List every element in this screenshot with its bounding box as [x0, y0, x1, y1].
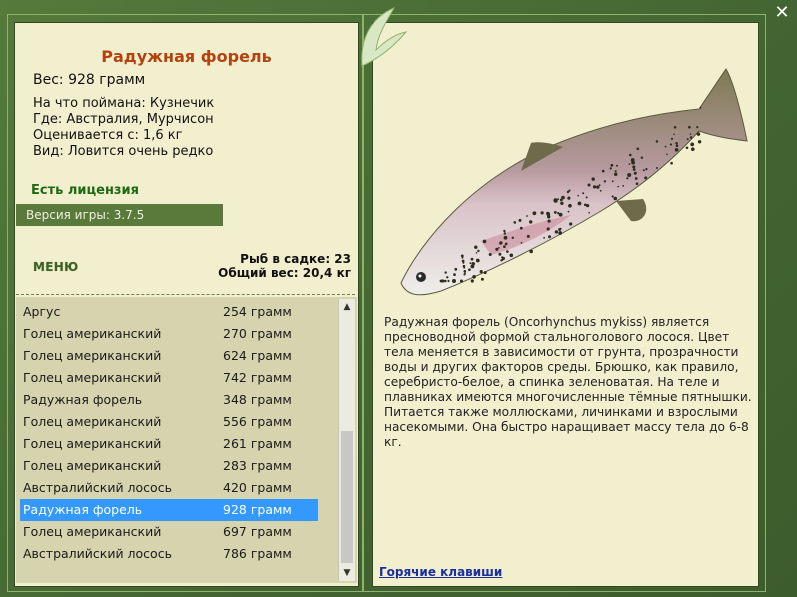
list-item-weight: 254 грамм — [223, 304, 292, 319]
keep-net-count: Рыб в садке: 23 — [240, 252, 351, 266]
menu-button[interactable]: МЕНЮ — [33, 260, 78, 274]
list-item[interactable]: Голец американский 742 грамм — [20, 367, 318, 389]
list-item[interactable]: Австралийский лосось 420 грамм — [20, 477, 318, 499]
list-item[interactable]: Голец американский 624 грамм — [20, 345, 318, 367]
fish-title: Радужная форель — [101, 47, 272, 66]
version-bar: Версия игры: 3.7.5 — [16, 204, 223, 226]
list-item[interactable]: Радужная форель 928 грамм — [20, 499, 318, 521]
fish-value: Оценивается с: 1,6 кг — [33, 128, 183, 143]
list-item-weight: 928 грамм — [223, 502, 292, 517]
list-item-name: Австралийский лосось — [23, 480, 172, 495]
fish-info-panel: Радужная форель Вес: 928 грамм На что по… — [14, 22, 359, 587]
fish-bait: На что поймана: Кузнечик — [33, 96, 215, 111]
fish-weight: Вес: 928 грамм — [33, 72, 146, 88]
catch-list[interactable]: Аргус 254 грамм Голец американский 270 грам… — [16, 297, 357, 583]
list-item-name: Австралийский лосось — [23, 546, 172, 561]
list-item[interactable]: Голец американский 261 грамм — [20, 433, 318, 455]
list-item-name: Голец американский — [23, 414, 162, 429]
list-item[interactable]: Голец американский 556 грамм — [20, 411, 318, 433]
fish-place: Где: Австралия, Мурчисон — [33, 112, 214, 127]
hotkeys-link[interactable]: Горячие клавиши — [379, 565, 502, 579]
list-item-name: Радужная форель — [23, 502, 143, 517]
keep-net-total-weight: Общий вес: 20,4 кг — [218, 266, 351, 280]
list-item-weight: 261 грамм — [223, 436, 292, 451]
list-item-weight: 420 грамм — [223, 480, 292, 495]
list-item-weight: 556 грамм — [223, 414, 292, 429]
divider — [16, 294, 355, 295]
list-item-name: Голец американский — [23, 370, 162, 385]
list-item-weight: 624 грамм — [223, 348, 292, 363]
list-item[interactable]: Аргус 254 грамм — [20, 301, 318, 323]
list-item-name: Голец американский — [23, 348, 162, 363]
list-item-name: Голец американский — [23, 326, 162, 341]
license-status: Есть лицензия — [31, 183, 139, 198]
list-item-weight: 697 грамм — [223, 524, 292, 539]
scroll-up-icon[interactable]: ▲ — [339, 299, 355, 315]
scroll-down-icon[interactable]: ▼ — [339, 565, 355, 581]
list-item-weight: 283 грамм — [223, 458, 292, 473]
list-item[interactable]: Австралийский лосось 786 грамм — [20, 543, 318, 565]
list-item[interactable]: Голец американский 270 грамм — [20, 323, 318, 345]
list-item-name: Голец американский — [23, 524, 162, 539]
list-item-weight: 786 грамм — [223, 546, 292, 561]
list-item[interactable]: Радужная форель 348 грамм — [20, 389, 318, 411]
list-item-name: Голец американский — [23, 436, 162, 451]
list-item-weight: 270 грамм — [223, 326, 292, 341]
list-scrollbar[interactable]: ▲ ▼ — [338, 299, 355, 581]
scroll-thumb[interactable] — [341, 431, 353, 563]
list-item-weight: 742 грамм — [223, 370, 292, 385]
leaf-ornament-icon — [361, 6, 408, 67]
fish-description: Радужная форель (Oncorhynchus mykiss) яв… — [384, 315, 752, 449]
close-icon[interactable]: ✕ — [771, 2, 793, 24]
list-item[interactable]: Голец американский 697 грамм — [20, 521, 318, 543]
list-item-name: Аргус — [23, 304, 61, 319]
list-item[interactable]: Голец американский 283 грамм — [20, 455, 318, 477]
list-item-name: Радужная форель — [23, 392, 143, 407]
list-item-name: Голец американский — [23, 458, 162, 473]
list-item-weight: 348 грамм — [223, 392, 292, 407]
fish-rarity: Вид: Ловится очень редко — [33, 144, 214, 159]
fish-description-panel: Радужная форель (Oncorhynchus mykiss) яв… — [372, 22, 759, 587]
rainbow-trout-image — [400, 68, 748, 296]
